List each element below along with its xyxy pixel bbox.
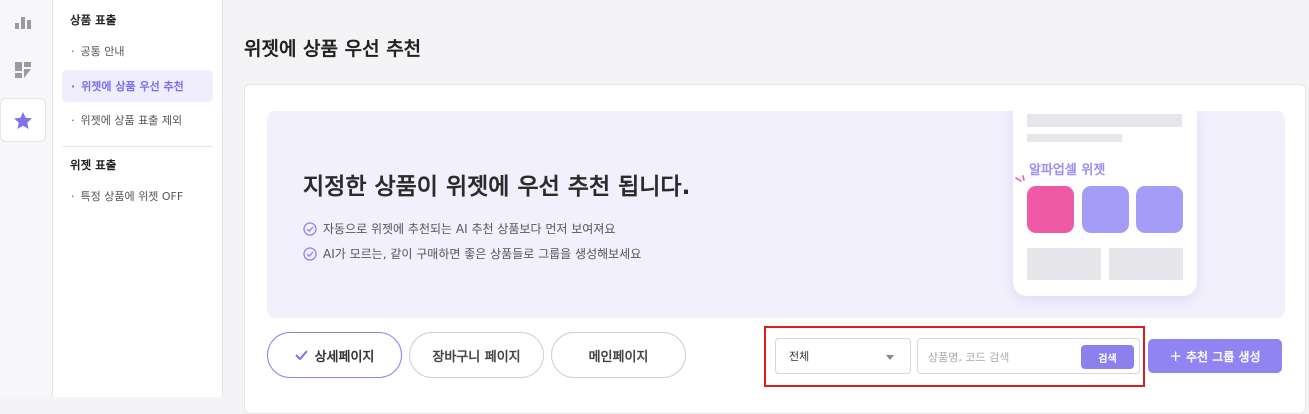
tab-cart-page[interactable]: 장바구니 페이지 (409, 332, 544, 378)
dashboard-icon (15, 62, 31, 78)
check-circle-icon (303, 221, 317, 236)
rail-dashboard-button[interactable] (0, 48, 46, 92)
section-title-widget: 위젯 표출 (70, 158, 117, 172)
tab-label: 메인페이지 (588, 349, 649, 365)
menu-bullet: · (71, 113, 75, 127)
product-tile (1136, 186, 1183, 233)
tab-label: 장바구니 페이지 (432, 349, 521, 365)
menu-bullet: · (71, 44, 75, 58)
bar-chart-icon (15, 17, 31, 29)
menu-item-priority-recommend[interactable]: · 위젯에 상품 우선 추천 (62, 70, 213, 102)
plus-icon: + (1169, 347, 1182, 365)
search-box: 검색 (917, 338, 1140, 374)
banner-bullet-text: 자동으로 위젯에 추천되는 AI 추천 상품보다 먼저 보여져요 (323, 222, 616, 236)
banner-bullet-2: AI가 모르는, 같이 구매하면 좋은 상품들로 그룹을 생성해보세요 (303, 245, 641, 262)
create-group-button[interactable]: + 추천 그룹 생성 (1148, 339, 1282, 373)
banner-headline: 지정한 상품이 위젯에 우선 추천 됩니다. (303, 174, 691, 200)
placeholder-bar (1027, 134, 1122, 142)
placeholder-block (1109, 248, 1183, 280)
banner-bullet-1: 자동으로 위젯에 추천되는 AI 추천 상품보다 먼저 보여져요 (303, 220, 615, 237)
menu-bullet: · (71, 79, 76, 93)
placeholder-block (1027, 248, 1101, 280)
menu-item-common-guide[interactable]: · 공통 안내 (62, 35, 213, 67)
rail-recommend-button[interactable] (0, 98, 46, 142)
rail-analytics-button[interactable] (0, 0, 46, 44)
menu-item-exclude-products[interactable]: · 위젯에 상품 표출 제외 (62, 104, 213, 136)
menu-item-label: 위젯에 상품 표출 제외 (80, 114, 183, 127)
category-select-value: 전체 (789, 350, 810, 363)
menu-bullet: · (71, 189, 75, 203)
menu-item-label: 특정 상품에 위젯 OFF (80, 190, 184, 203)
page-title: 위젯에 상품 우선 추천 (244, 38, 422, 60)
widget-label: 알파업셀 위젯 (1029, 163, 1106, 178)
tab-main-page[interactable]: 메인페이지 (551, 332, 686, 378)
category-select[interactable]: 전체 (775, 338, 911, 374)
section-title-product: 상품 표출 (70, 13, 117, 27)
product-tile (1027, 186, 1074, 233)
placeholder-bar (1027, 114, 1182, 127)
search-input[interactable] (928, 347, 1076, 367)
tab-label: 상세페이지 (314, 349, 375, 365)
menu-divider (62, 146, 213, 147)
info-banner: 지정한 상품이 위젯에 우선 추천 됩니다. 자동으로 위젯에 추천되는 AI … (267, 111, 1285, 318)
sparkle-icon (1015, 175, 1025, 182)
widget-phone-illustration: 알파업셀 위젯 (1013, 111, 1197, 296)
banner-bullet-text: AI가 모르는, 같이 구매하면 좋은 상품들로 그룹을 생성해보세요 (323, 247, 642, 261)
product-tile (1082, 186, 1129, 233)
search-button[interactable]: 검색 (1081, 345, 1134, 369)
menu-item-label: 위젯에 상품 우선 추천 (81, 80, 184, 93)
tab-detail-page[interactable]: 상세페이지 (267, 332, 402, 378)
sub-navigation: 상품 표출 · 공통 안내 · 위젯에 상품 우선 추천 · 위젯에 상품 표출… (53, 0, 223, 397)
create-group-label: 추천 그룹 생성 (1185, 349, 1261, 364)
icon-rail (0, 0, 53, 397)
star-icon (14, 111, 32, 129)
menu-item-widget-off[interactable]: · 특정 상품에 위젯 OFF (62, 180, 213, 212)
chevron-down-icon (886, 355, 894, 360)
check-circle-icon (303, 246, 317, 261)
check-icon (294, 350, 308, 360)
menu-item-label: 공통 안내 (80, 45, 125, 58)
